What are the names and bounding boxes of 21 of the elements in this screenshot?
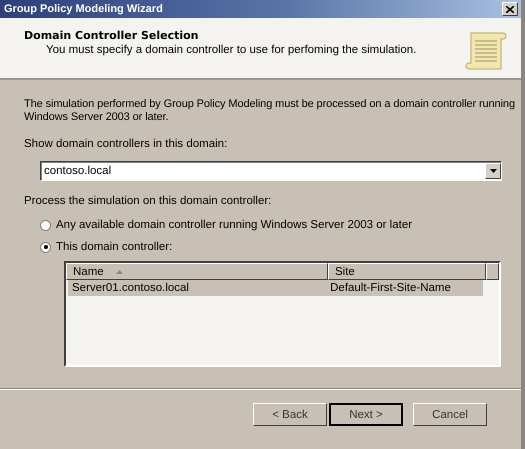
column-header[interactable]: Name	[66, 263, 328, 280]
column-header[interactable]: Site	[328, 263, 486, 280]
sort-icon	[116, 270, 123, 274]
domain-dropdown[interactable]: contoso.local	[40, 161, 502, 181]
close-icon	[506, 6, 514, 12]
close-button[interactable]	[502, 2, 518, 16]
wizard-button[interactable]: Cancel	[413, 403, 487, 426]
table-cell-text: Default-First-Site-Name	[329, 282, 452, 294]
table-cell-text: Server01.contoso.local	[71, 282, 190, 294]
window-title: Group Policy Modeling Wizard	[4, 3, 163, 15]
radio-option[interactable]: Any available domain controller running Windows Server 2003 or later	[40, 219, 497, 231]
caret-icon	[490, 169, 496, 173]
radio-option[interactable]: This domain controller:	[40, 241, 497, 253]
intro-text: The simulation performed by Group Policy Modeling must be processed on a domain controller running Windows Server 2003 or later.	[24, 98, 516, 124]
wizard-button[interactable]: Next >	[329, 403, 403, 426]
process-label: Process the simulation on this domain controller:	[24, 195, 272, 207]
domain-label: Show domain controllers in this domain:	[24, 138, 228, 150]
page-subtitle: You must specify a domain controller to use for perfoming the simulation.	[45, 44, 416, 56]
wizard-button[interactable]: < Back	[253, 403, 327, 426]
page-title: Domain Controller Selection	[24, 29, 200, 42]
table-row[interactable]: Server01.contoso.local Default-First-Site-Name	[68, 280, 483, 296]
